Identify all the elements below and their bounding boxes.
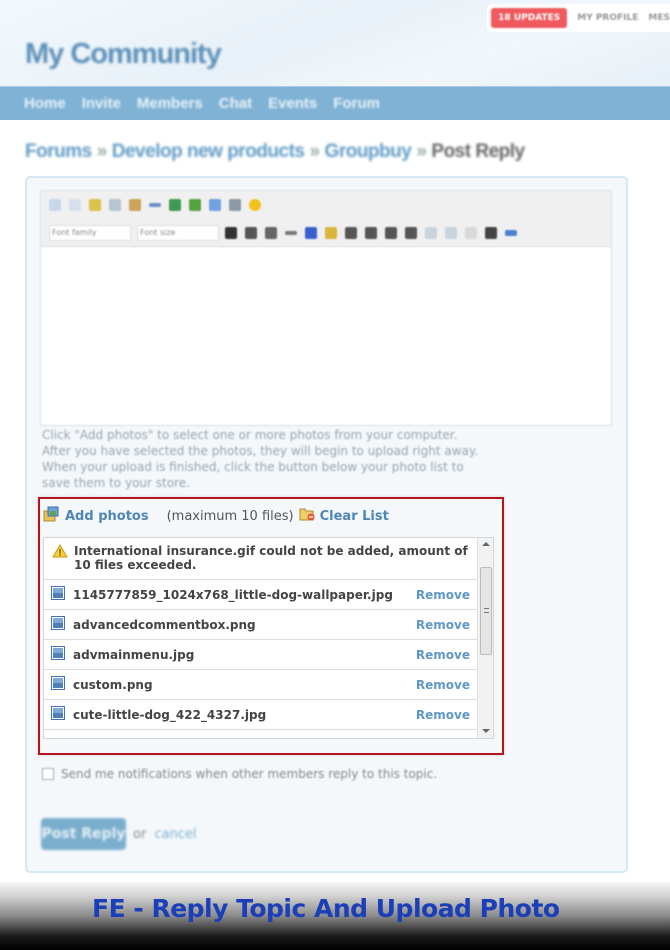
warning-text: International insurance.gif could not be… (74, 544, 468, 572)
or-text: or (133, 827, 147, 842)
underline-icon[interactable] (265, 227, 277, 239)
remove-file-button[interactable]: Remove (416, 678, 470, 692)
numbered-list-icon[interactable] (445, 227, 457, 239)
post-reply-button[interactable]: Post Reply (41, 818, 126, 850)
find-icon[interactable] (229, 199, 241, 211)
updates-badge[interactable]: 18 UPDATES (491, 8, 568, 28)
cancel-area: or cancel (133, 827, 197, 842)
file-list-scrollbar[interactable] (477, 538, 493, 738)
site-header: 18 UPDATES MY PROFILE MES My Community (0, 0, 670, 88)
remove-file-button[interactable]: Remove (416, 648, 470, 662)
clear-list-button[interactable]: Clear List (320, 509, 389, 524)
add-photos-button[interactable]: Add photos (65, 509, 149, 524)
cancel-link[interactable]: cancel (154, 827, 196, 842)
breadcrumb-separator: » (416, 141, 427, 162)
file-row: custom.png Remove (44, 670, 478, 700)
image-file-icon (51, 676, 65, 693)
breadcrumb: Forums» Develop new products» Groupbuy» Pos… (25, 141, 525, 163)
bold-icon[interactable] (225, 227, 237, 239)
image-file-icon (51, 706, 65, 723)
nav-forum[interactable]: Forum (333, 95, 380, 112)
align-center-icon[interactable] (365, 227, 377, 239)
rich-text-editor: Font family Font size (40, 190, 612, 426)
emoticon-icon[interactable] (249, 199, 261, 211)
scroll-down-arrow-icon[interactable] (482, 729, 490, 733)
file-row: cute-little-dog_422_4327.jpg Remove (44, 700, 478, 730)
upload-warning-message: International insurance.gif could not be… (44, 538, 478, 580)
text-color-icon[interactable] (305, 227, 317, 239)
horizontal-rule-icon[interactable] (149, 203, 161, 207)
grip-icon (484, 608, 489, 613)
remove-file-button[interactable]: Remove (416, 708, 470, 722)
undo-icon[interactable] (49, 199, 61, 211)
messages-link[interactable]: MES (648, 13, 670, 23)
edit-icon[interactable] (89, 199, 101, 211)
scrollbar-thumb[interactable] (480, 567, 492, 655)
image-icon[interactable] (189, 199, 201, 211)
align-left-icon[interactable] (345, 227, 357, 239)
file-name: custom.png (73, 677, 153, 692)
upload-instructions: Click "Add photos" to select one or more… (42, 428, 479, 490)
nav-invite[interactable]: Invite (82, 95, 121, 112)
file-name: advmainmenu.jpg (73, 647, 195, 662)
scroll-up-arrow-icon[interactable] (482, 542, 490, 546)
media-icon[interactable] (209, 199, 221, 211)
upload-file-list: International insurance.gif could not be… (43, 537, 494, 739)
add-photos-icon[interactable] (43, 506, 59, 526)
breadcrumb-current: Post Reply (431, 141, 525, 162)
caption-banner: FE - Reply Topic And Upload Photo (0, 882, 670, 950)
file-name: cute-little-dog_422_4327.jpg (73, 707, 267, 722)
remove-file-button[interactable]: Remove (416, 618, 470, 632)
image-file-icon (51, 616, 65, 633)
italic-icon[interactable] (245, 227, 257, 239)
breadcrumb-develop-new-products[interactable]: Develop new products (112, 141, 305, 162)
main-nav: Home Invite Members Chat Events Forum (0, 86, 670, 120)
link-icon[interactable] (485, 227, 497, 239)
notification-option: Send me notifications when other members… (42, 767, 437, 781)
site-title[interactable]: My Community (25, 38, 222, 71)
notify-label: Send me notifications when other members… (61, 767, 438, 781)
highlight-color-icon[interactable] (325, 227, 337, 239)
caption-text: FE - Reply Topic And Upload Photo (92, 894, 560, 923)
photo-uploader: Add photos (maximum 10 files) Clear List… (38, 497, 504, 755)
nav-home[interactable]: Home (24, 95, 66, 112)
bullet-list-icon[interactable] (425, 227, 437, 239)
breadcrumb-separator: » (309, 141, 320, 162)
align-right-icon[interactable] (385, 227, 397, 239)
justify-icon[interactable] (405, 227, 417, 239)
file-row: advmainmenu.jpg Remove (44, 640, 478, 670)
font-size-select[interactable]: Font size (137, 225, 219, 241)
editor-toolbar: Font family Font size (41, 191, 611, 247)
redo-icon[interactable] (69, 199, 81, 211)
image-file-icon (51, 646, 65, 663)
cleanup-icon[interactable] (109, 199, 121, 211)
image-file-icon (51, 586, 65, 603)
top-bar: 18 UPDATES MY PROFILE MES (487, 4, 670, 32)
nav-chat[interactable]: Chat (219, 95, 252, 112)
warning-icon (52, 544, 68, 561)
file-name: advancedcommentbox.png (73, 617, 256, 632)
breadcrumb-groupbuy[interactable]: Groupbuy (325, 141, 412, 162)
max-files-note: (maximum 10 files) (166, 508, 294, 524)
clear-list-icon[interactable] (299, 507, 315, 525)
file-row: 1145777859_1024x768_little-dog-wallpaper… (44, 580, 478, 610)
notify-checkbox[interactable] (42, 768, 54, 780)
nav-events[interactable]: Events (268, 95, 317, 112)
nav-members[interactable]: Members (137, 95, 203, 112)
file-name: 1145777859_1024x768_little-dog-wallpaper… (73, 587, 393, 602)
remove-file-button[interactable]: Remove (416, 588, 470, 602)
blockquote-icon[interactable] (505, 230, 517, 236)
paste-icon[interactable] (129, 199, 141, 211)
uploader-header: Add photos (maximum 10 files) Clear List (43, 506, 389, 526)
breadcrumb-separator: » (96, 141, 108, 162)
file-row: advancedcommentbox.png Remove (44, 610, 478, 640)
breadcrumb-forums[interactable]: Forums (25, 141, 92, 162)
font-family-select[interactable]: Font family (49, 225, 131, 241)
strikethrough-icon[interactable] (285, 231, 297, 235)
my-profile-link[interactable]: MY PROFILE (577, 13, 638, 23)
editor-content-area[interactable] (41, 247, 611, 425)
table-icon[interactable] (169, 199, 181, 211)
unlink-icon[interactable] (465, 227, 477, 239)
